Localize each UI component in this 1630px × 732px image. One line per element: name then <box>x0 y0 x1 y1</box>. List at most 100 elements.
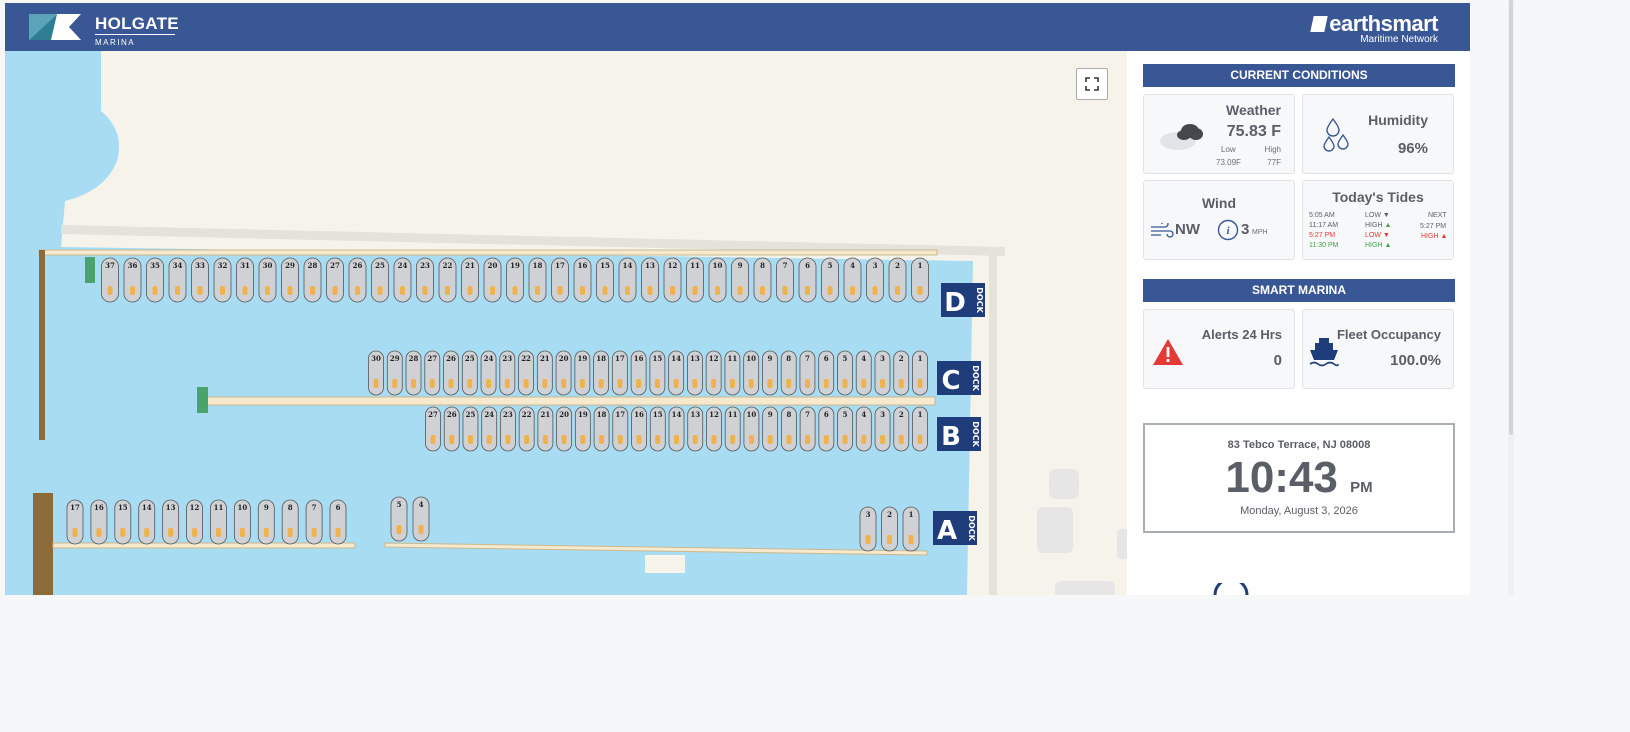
slip[interactable]: 3 <box>874 406 891 452</box>
weather-card[interactable]: Weather 75.83 F Low High 73.09F 77F <box>1143 94 1295 174</box>
slip[interactable]: 4 <box>412 496 430 542</box>
slip[interactable]: 22 <box>518 406 535 452</box>
slip[interactable]: 2 <box>888 257 907 303</box>
slip[interactable]: 30 <box>258 257 277 303</box>
slip[interactable]: 14 <box>668 406 685 452</box>
slip[interactable]: 12 <box>706 406 722 452</box>
slip[interactable]: 18 <box>593 350 610 396</box>
slip[interactable]: 15 <box>114 499 132 545</box>
slip[interactable]: 1 <box>912 350 928 396</box>
slip[interactable]: 6 <box>798 257 817 303</box>
slip[interactable]: 10 <box>743 406 760 452</box>
slip[interactable]: 10 <box>708 257 727 303</box>
slip[interactable]: 29 <box>386 350 403 396</box>
slip[interactable]: 13 <box>641 257 659 303</box>
slip[interactable]: 15 <box>649 350 666 396</box>
slip[interactable]: 4 <box>855 350 872 396</box>
slip[interactable]: 2 <box>893 406 910 452</box>
slip[interactable]: 21 <box>537 406 554 452</box>
slip[interactable]: 16 <box>631 406 647 452</box>
slip[interactable]: 20 <box>483 257 502 303</box>
occupancy-card[interactable]: Fleet Occupancy 100.0% <box>1302 309 1454 389</box>
slip[interactable]: 7 <box>305 499 323 545</box>
slip[interactable]: 1 <box>911 257 929 303</box>
slip[interactable]: 27 <box>425 406 441 452</box>
slip[interactable]: 26 <box>443 350 459 396</box>
slip[interactable]: 12 <box>186 499 203 545</box>
slip[interactable]: 4 <box>843 257 862 303</box>
slip[interactable]: 7 <box>776 257 794 303</box>
slip[interactable]: 25 <box>461 350 478 396</box>
slip[interactable]: 22 <box>438 257 457 303</box>
tides-card[interactable]: Today's Tides 5:05 AM LOW ▼ 11:17 AM HIGH ▲… <box>1302 180 1454 260</box>
slip[interactable]: 23 <box>499 350 516 396</box>
slip[interactable]: 12 <box>663 257 682 303</box>
slip[interactable]: 18 <box>593 406 610 452</box>
brand-logo[interactable]: earthsmart Maritime Network <box>1310 13 1438 45</box>
slip[interactable]: 26 <box>348 257 367 303</box>
wind-card[interactable]: Wind NW i 3 MPH <box>1143 180 1295 260</box>
slip[interactable]: 8 <box>753 257 772 303</box>
slip[interactable]: 3 <box>866 257 884 303</box>
slip[interactable]: 7 <box>799 406 816 452</box>
slip[interactable]: 23 <box>500 406 516 452</box>
slip[interactable]: 6 <box>329 499 347 545</box>
dock-label-a[interactable]: A DOCK <box>933 511 977 546</box>
dock-label-d[interactable]: D DOCK <box>941 283 985 318</box>
slip[interactable]: 24 <box>481 406 498 452</box>
slip[interactable]: 2 <box>893 350 910 396</box>
slip[interactable]: 3 <box>874 350 891 396</box>
slip[interactable]: 25 <box>371 257 389 303</box>
slip[interactable]: 14 <box>138 499 156 545</box>
alerts-card[interactable]: Alerts 24 Hrs 0 <box>1143 309 1295 389</box>
slip[interactable]: 14 <box>668 350 685 396</box>
slip[interactable]: 30 <box>368 350 384 396</box>
slip[interactable]: 21 <box>461 257 479 303</box>
slip[interactable]: 6 <box>818 406 835 452</box>
slip[interactable]: 1 <box>912 406 928 452</box>
slip[interactable]: 19 <box>506 257 524 303</box>
slip[interactable]: 9 <box>731 257 749 303</box>
slip[interactable]: 8 <box>281 499 299 545</box>
slip[interactable]: 37 <box>101 257 119 303</box>
slip[interactable]: 4 <box>855 406 872 452</box>
slip[interactable]: 19 <box>574 350 591 396</box>
marina-logo[interactable]: HOLGATE MARINA <box>29 12 189 47</box>
slip[interactable]: 12 <box>705 350 722 396</box>
slip[interactable]: 9 <box>762 350 778 396</box>
slip[interactable]: 10 <box>743 350 760 396</box>
slip[interactable]: 13 <box>686 350 703 396</box>
slip[interactable]: 16 <box>573 257 592 303</box>
slip[interactable]: 20 <box>555 350 572 396</box>
slip[interactable]: 14 <box>618 257 637 303</box>
slip[interactable]: 17 <box>611 350 628 396</box>
slip[interactable]: 24 <box>480 350 497 396</box>
slip[interactable]: 36 <box>123 257 142 303</box>
slip[interactable]: 31 <box>236 257 254 303</box>
slip[interactable]: 27 <box>424 350 441 396</box>
slip[interactable]: 2 <box>881 506 898 552</box>
slip[interactable]: 5 <box>837 406 853 452</box>
slip[interactable]: 8 <box>780 406 797 452</box>
fullscreen-button[interactable] <box>1076 68 1108 100</box>
dock-label-b[interactable]: B DOCK <box>937 417 981 452</box>
slip[interactable]: 33 <box>191 257 209 303</box>
slip[interactable]: 17 <box>612 406 629 452</box>
slip[interactable]: 8 <box>780 350 797 396</box>
slip[interactable]: 5 <box>837 350 853 396</box>
slip[interactable]: 16 <box>630 350 647 396</box>
slip[interactable]: 11 <box>686 257 704 303</box>
slip[interactable]: 35 <box>146 257 164 303</box>
scrollbar-thumb[interactable] <box>1509 0 1513 435</box>
dock-label-c[interactable]: C DOCK <box>937 361 981 396</box>
slip[interactable]: 11 <box>210 499 227 545</box>
slip[interactable]: 26 <box>443 406 460 452</box>
slip[interactable]: 5 <box>390 496 408 542</box>
marina-map[interactable]: 37 36 35 34 33 32 31 30 29 28 27 26 25 24 23 22 21 20 19 18… <box>5 51 1127 595</box>
slip[interactable]: 18 <box>528 257 547 303</box>
slip[interactable]: 3 <box>859 506 877 552</box>
slip[interactable]: 5 <box>821 257 839 303</box>
slip[interactable]: 23 <box>416 257 434 303</box>
slip[interactable]: 20 <box>556 406 573 452</box>
slip[interactable]: 32 <box>213 257 232 303</box>
